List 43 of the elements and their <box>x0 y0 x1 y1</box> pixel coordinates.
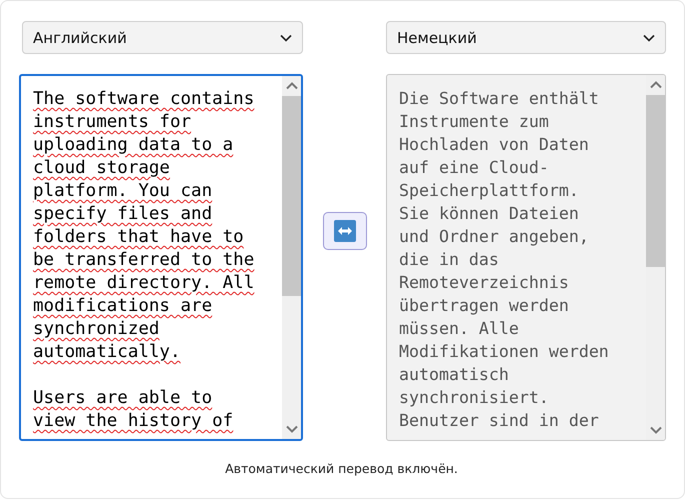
text-line: remote directory. All <box>33 272 254 295</box>
scroll-down-icon[interactable] <box>650 426 662 434</box>
text-line: die in das <box>399 249 499 271</box>
text-line: müssen. Alle <box>399 318 519 340</box>
text-line: Modifikationen werden <box>399 341 609 363</box>
text-line: Speicherplattform. <box>399 180 579 202</box>
text-line: The software contains <box>33 88 254 111</box>
scroll-up-icon[interactable] <box>650 81 662 89</box>
text-line: und Ordner angeben, <box>399 226 589 248</box>
text-line: folders that have to <box>33 226 244 249</box>
status-text: Автоматический перевод включён. <box>225 461 458 476</box>
text-line: Remoteverzeichnis <box>399 272 569 294</box>
text-line: automatically. <box>33 341 181 364</box>
text-line: be transferred to the <box>33 249 254 272</box>
text-line: specify files and <box>33 203 212 226</box>
text-line: Die Software enthält <box>399 88 599 110</box>
text-line: Benutzer sind in der <box>399 410 599 432</box>
text-line: view the history of <box>33 410 234 433</box>
swap-languages-button[interactable] <box>322 212 366 250</box>
chevron-down-icon <box>643 34 655 42</box>
text-line: automatisch <box>399 364 509 386</box>
language-dropdown[interactable]: Английский <box>22 21 303 54</box>
text-line: synchronized <box>33 318 160 341</box>
text-line: übertragen werden <box>399 295 569 317</box>
text-line: cloud storage <box>33 157 170 180</box>
scrollbar-thumb[interactable] <box>282 96 301 296</box>
text-line: Sie können Dateien <box>399 203 579 225</box>
language-dropdown[interactable]: Немецкий <box>386 21 666 54</box>
scroll-down-icon[interactable] <box>286 425 298 433</box>
text-line: Hochladen von Daten <box>399 134 589 156</box>
scroll-up-icon[interactable] <box>286 82 298 90</box>
text-line: platform. You can <box>33 180 212 203</box>
chevron-down-icon <box>280 34 292 42</box>
text-line: Instrumente zum <box>399 111 549 133</box>
text-line: auf eine Cloud- <box>399 157 549 179</box>
scrollbar-thumb[interactable] <box>646 95 665 267</box>
text-line: modifications are <box>33 295 212 318</box>
text-line: instruments for <box>33 111 192 134</box>
text-line: uploading data to a <box>33 134 234 157</box>
text-area[interactable] <box>386 74 666 441</box>
text-line: Users are able to <box>33 387 212 410</box>
text-line: synchronisiert. <box>399 387 549 409</box>
text-area[interactable] <box>19 74 303 441</box>
